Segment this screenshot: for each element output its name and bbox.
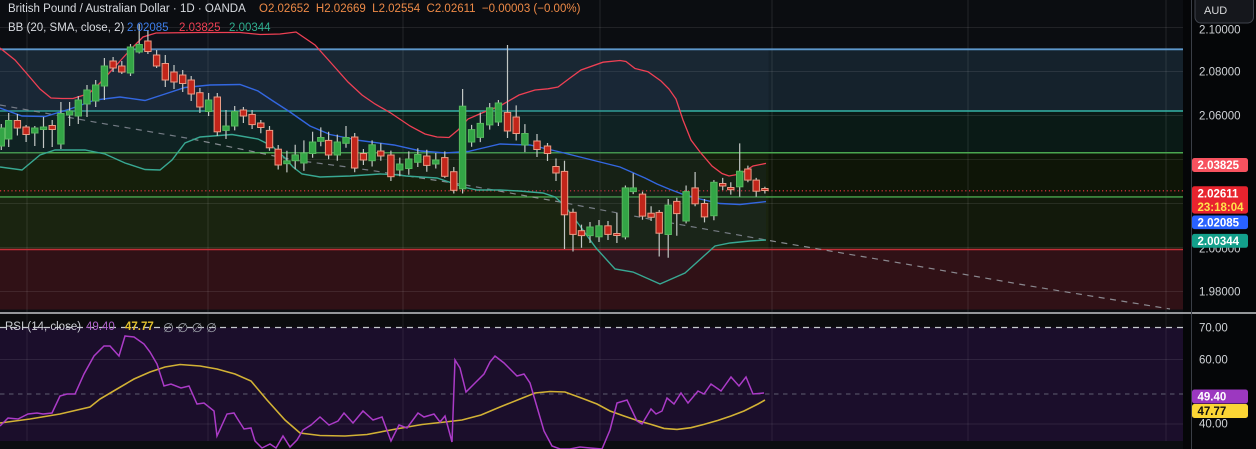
svg-text:70.00: 70.00 — [1199, 323, 1228, 335]
svg-text:2.02611: 2.02611 — [1198, 189, 1240, 201]
svg-text:2.02085: 2.02085 — [1198, 218, 1240, 230]
svg-text:2.03825: 2.03825 — [1198, 160, 1240, 172]
svg-text:2.08000: 2.08000 — [1199, 67, 1241, 79]
svg-text:40.00: 40.00 — [1199, 419, 1228, 431]
svg-text:60.00: 60.00 — [1199, 355, 1228, 367]
svg-text:2.00344: 2.00344 — [1198, 236, 1240, 248]
svg-text:AUD: AUD — [1204, 5, 1227, 17]
svg-text:49.40: 49.40 — [1198, 392, 1227, 404]
svg-text:2.10000: 2.10000 — [1199, 25, 1241, 37]
svg-text:47.77: 47.77 — [1198, 406, 1227, 418]
svg-text:23:18:04: 23:18:04 — [1198, 202, 1245, 214]
svg-text:2.06000: 2.06000 — [1199, 111, 1241, 123]
svg-text:1.98000: 1.98000 — [1199, 287, 1241, 299]
